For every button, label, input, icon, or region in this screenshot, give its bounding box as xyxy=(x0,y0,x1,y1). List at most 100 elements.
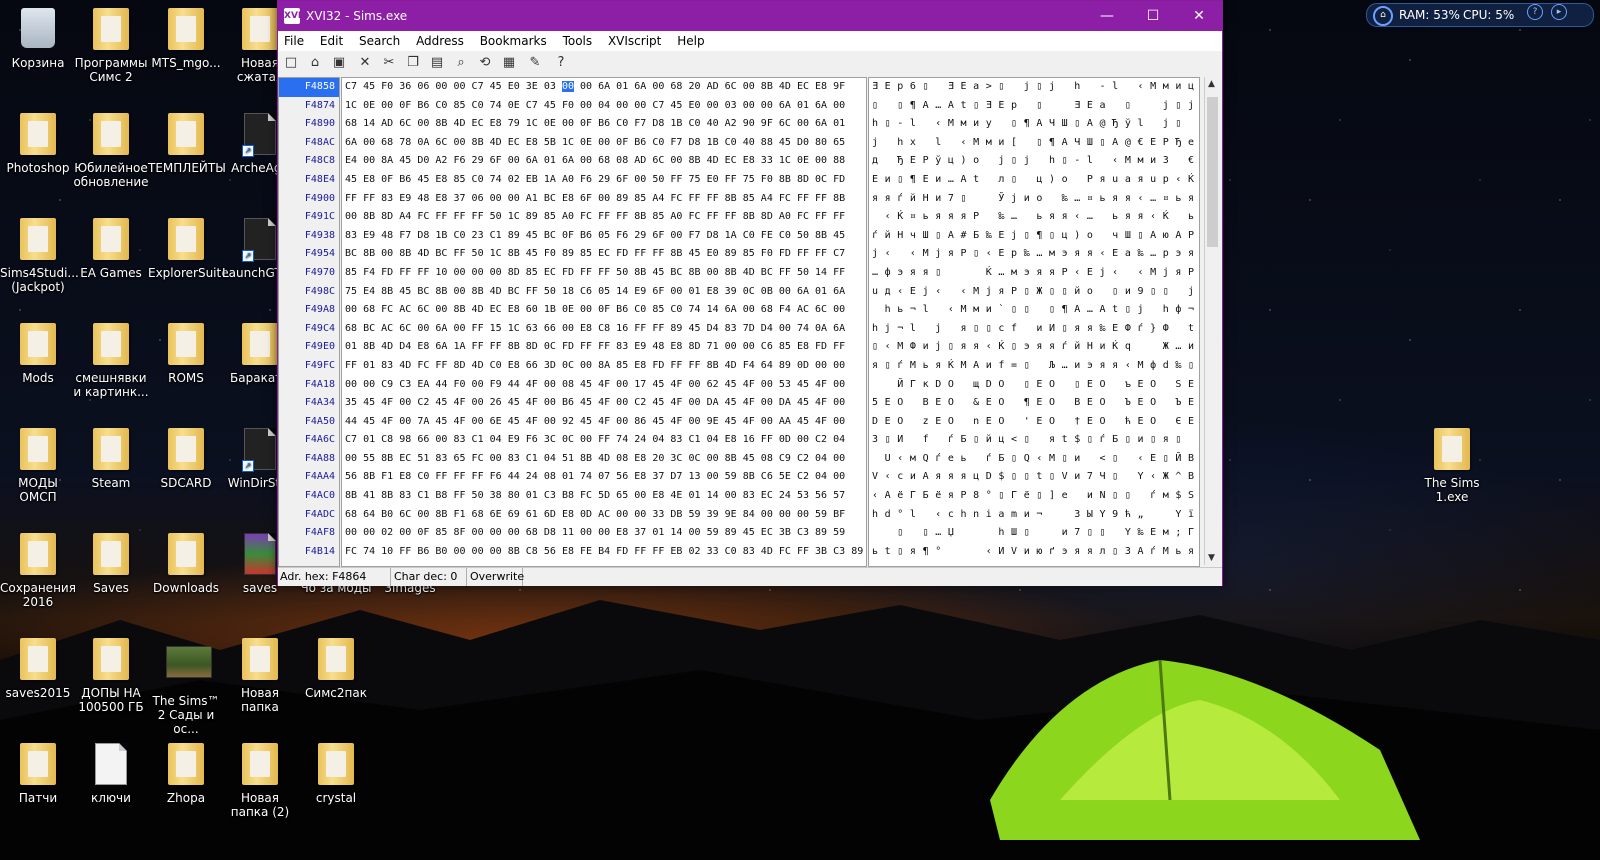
hex-byte[interactable]: E8 xyxy=(616,527,628,538)
hex-byte[interactable]: 50 xyxy=(797,230,809,241)
hex-byte[interactable]: 14 xyxy=(670,527,682,538)
hex-byte[interactable]: FF xyxy=(453,471,465,482)
hex-byte[interactable]: FF xyxy=(634,248,646,259)
hex-byte[interactable]: 8D xyxy=(508,267,520,278)
hex-byte[interactable]: EB xyxy=(526,174,538,185)
hex-byte[interactable]: 00 xyxy=(761,509,773,520)
hex-byte[interactable]: 00 xyxy=(508,193,520,204)
hex-byte[interactable]: B6 xyxy=(598,118,610,129)
hex-byte[interactable]: F6 xyxy=(490,471,502,482)
hex-byte[interactable]: 00 xyxy=(544,379,556,390)
hex-byte[interactable]: E9 xyxy=(508,434,520,445)
hex-byte[interactable]: FF xyxy=(797,546,809,557)
hex-byte[interactable]: 00 xyxy=(580,100,592,111)
hex-byte[interactable]: 00 xyxy=(544,416,556,427)
vertical-scrollbar[interactable]: ▲ ▼ xyxy=(1204,77,1221,565)
hex-byte[interactable]: 0D xyxy=(779,434,791,445)
hex-byte[interactable]: 00 xyxy=(580,360,592,371)
hex-byte[interactable]: FF xyxy=(652,323,664,334)
hex-byte[interactable]: 83 xyxy=(743,546,755,557)
hex-byte[interactable]: E8 xyxy=(670,341,682,352)
hex-byte[interactable]: 88 xyxy=(833,155,845,166)
hex-byte[interactable]: 00 xyxy=(453,546,465,557)
hex-byte[interactable]: 8B xyxy=(670,248,682,259)
hex-byte[interactable]: 0E xyxy=(363,100,375,111)
hex-byte[interactable]: 4D xyxy=(417,248,429,259)
hex-byte[interactable]: 00 xyxy=(472,379,484,390)
hex-byte[interactable]: 56 xyxy=(616,471,628,482)
hex-byte[interactable]: 6A xyxy=(435,323,447,334)
hex-byte[interactable]: 00 xyxy=(743,100,755,111)
hex-byte[interactable]: 45 xyxy=(363,397,375,408)
hex-byte[interactable]: 00 xyxy=(561,81,574,92)
hex-byte[interactable]: 01 xyxy=(688,286,700,297)
hex-byte[interactable]: 45 xyxy=(580,379,592,390)
hex-byte[interactable]: 11 xyxy=(562,527,574,538)
hex-byte[interactable]: 45 xyxy=(399,155,411,166)
desktop-icon[interactable]: MTS_mgo... xyxy=(148,8,224,70)
hex-byte[interactable]: C6 xyxy=(761,471,773,482)
hex-byte[interactable]: 6C xyxy=(399,509,411,520)
hex-byte[interactable]: 00 xyxy=(688,397,700,408)
hex-byte[interactable]: C1 xyxy=(472,434,484,445)
hex-byte[interactable]: 00 xyxy=(833,360,845,371)
hex-byte[interactable]: E8 xyxy=(634,360,646,371)
hex-byte[interactable]: 00 xyxy=(580,434,592,445)
hex-byte[interactable]: C3 xyxy=(399,379,411,390)
hex-byte[interactable]: A4 xyxy=(652,193,664,204)
hex-byte[interactable]: 59 xyxy=(815,509,827,520)
hex-byte[interactable]: 14 xyxy=(707,490,719,501)
hex-byte[interactable]: 08 xyxy=(616,453,628,464)
hex-byte[interactable]: C0 xyxy=(616,118,628,129)
hex-byte[interactable]: 00 xyxy=(743,341,755,352)
menu-help[interactable]: Help xyxy=(671,31,710,51)
hex-byte[interactable]: 00 xyxy=(580,155,592,166)
hex-byte[interactable]: 00 xyxy=(490,546,502,557)
hex-byte[interactable]: 00 xyxy=(453,267,465,278)
hex-byte[interactable]: C2 xyxy=(634,397,646,408)
hex-byte[interactable]: 00 xyxy=(707,471,719,482)
hex-byte[interactable]: 64 xyxy=(761,360,773,371)
hex-byte[interactable]: FD xyxy=(381,267,393,278)
hex-byte[interactable]: 29 xyxy=(634,230,646,241)
hex-byte[interactable]: 17 xyxy=(634,379,646,390)
hex-byte[interactable]: FF xyxy=(688,193,700,204)
hex-byte[interactable]: A0 xyxy=(562,174,574,185)
hex-byte[interactable]: 45 xyxy=(526,248,538,259)
hex-byte[interactable]: B6 xyxy=(417,546,429,557)
hex-byte[interactable]: BC xyxy=(761,267,773,278)
hex-byte[interactable]: EB xyxy=(670,546,682,557)
hex-byte[interactable]: 4F xyxy=(598,416,610,427)
hex-byte[interactable]: 8B xyxy=(725,193,737,204)
hex-byte[interactable]: 10 xyxy=(381,546,393,557)
hex-byte[interactable]: 00 xyxy=(472,416,484,427)
hex-byte[interactable]: FF xyxy=(815,248,827,259)
script-icon[interactable]: ▦ xyxy=(500,54,518,72)
hex-byte[interactable]: 0E xyxy=(580,137,592,148)
hex-byte[interactable]: DA xyxy=(707,397,719,408)
hex-byte[interactable]: D8 xyxy=(688,137,700,148)
hex-byte[interactable]: B0 xyxy=(435,546,447,557)
hex-byte[interactable]: 0C xyxy=(688,453,700,464)
hex-byte[interactable]: 01 xyxy=(616,81,628,92)
hex-byte[interactable]: 04 xyxy=(544,453,556,464)
hex-byte[interactable]: 59 xyxy=(707,527,719,538)
hex-byte[interactable]: A0 xyxy=(670,211,682,222)
hex-byte[interactable]: 6A xyxy=(562,155,574,166)
hex-byte[interactable]: 44 xyxy=(435,379,447,390)
hex-byte[interactable]: E8 xyxy=(562,509,574,520)
hex-byte[interactable]: AC xyxy=(381,323,393,334)
hex-byte[interactable]: 00 xyxy=(598,193,610,204)
hex-byte[interactable]: 45 xyxy=(725,397,737,408)
hex-byte[interactable]: 80 xyxy=(815,137,827,148)
hex-byte[interactable]: C0 xyxy=(472,100,484,111)
hex-byte[interactable]: 7A xyxy=(417,416,429,427)
hex-byte[interactable]: 0F xyxy=(562,230,574,241)
hex-byte[interactable]: D7 xyxy=(670,471,682,482)
hex-byte[interactable]: 0E xyxy=(508,100,520,111)
hex-byte[interactable]: FF xyxy=(472,323,484,334)
hex-byte[interactable]: 50 xyxy=(490,211,502,222)
hex-byte[interactable]: 9E xyxy=(707,416,719,427)
hex-byte[interactable]: C7 xyxy=(345,81,357,92)
hex-byte[interactable]: 86 xyxy=(634,416,646,427)
